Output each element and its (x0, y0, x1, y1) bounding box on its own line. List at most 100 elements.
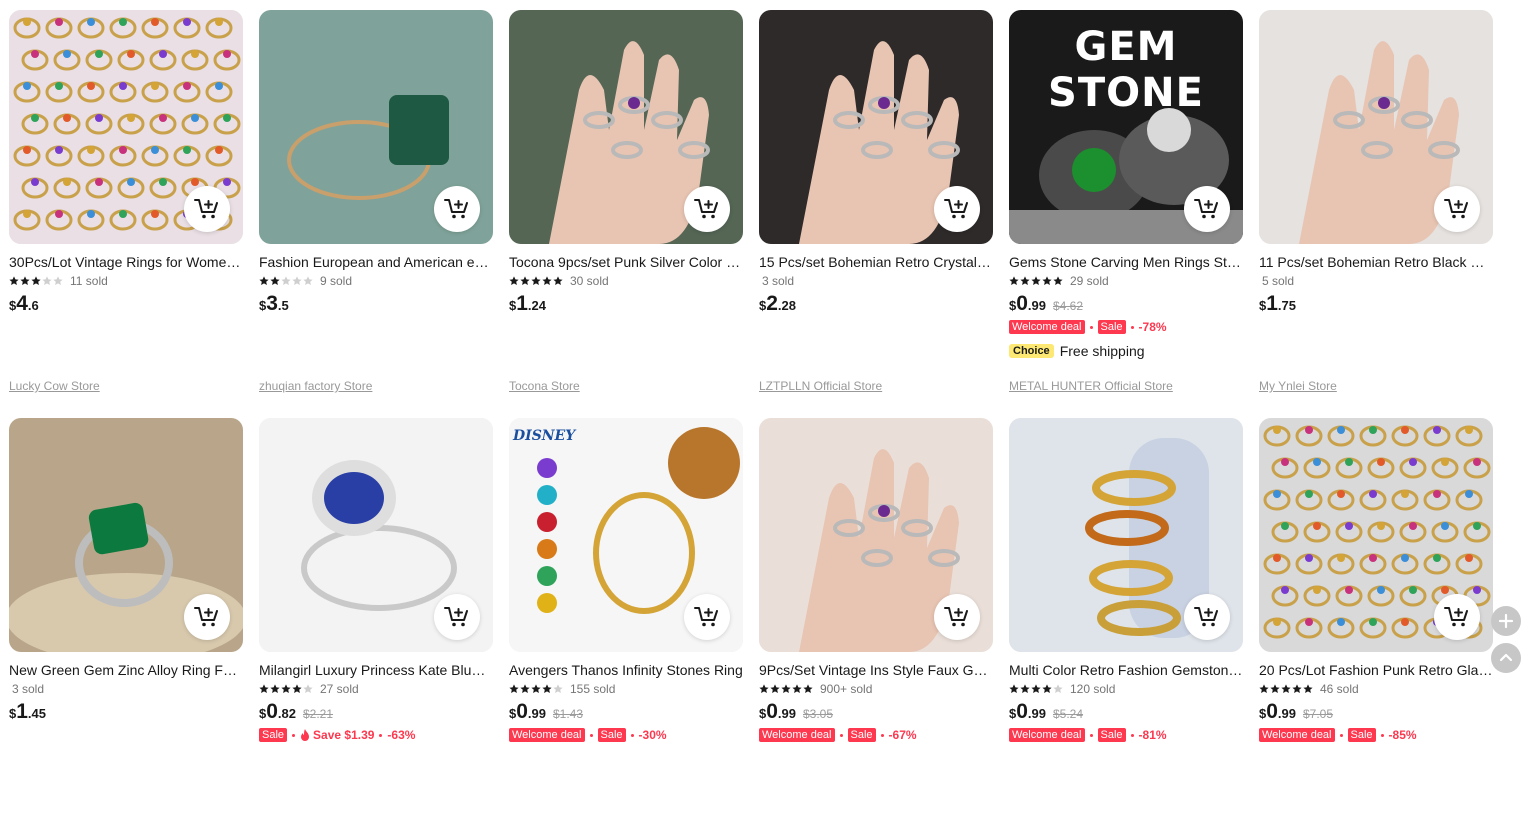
promo-row: Welcome deal Sale -81% (1009, 727, 1243, 743)
product-card[interactable]: Multi Color Retro Fashion Gemstone Rings… (1009, 418, 1243, 826)
star-icon (259, 276, 269, 285)
star-icon (259, 684, 269, 693)
star-icon (1009, 684, 1019, 693)
product-card[interactable]: Fashion European and American emerald ri… (259, 10, 493, 418)
product-image[interactable]: GEM STONE (1009, 10, 1243, 244)
add-to-cart-button[interactable] (434, 594, 480, 640)
product-title[interactable]: New Green Gem Zinc Alloy Ring For Men (9, 662, 243, 679)
product-title[interactable]: 30Pcs/Lot Vintage Rings for Women Gold C… (9, 254, 243, 271)
flame-icon (301, 729, 310, 741)
price-currency: $ (509, 298, 517, 313)
product-image[interactable]: DISNEY (509, 418, 743, 652)
product-image[interactable] (759, 10, 993, 244)
product-card[interactable]: DISNEY Avengers Thanos Infinity Stones Ri… (509, 418, 743, 826)
store-link[interactable]: Lucky Cow Store (9, 379, 100, 393)
add-to-cart-icon (1194, 607, 1218, 627)
product-image[interactable] (509, 10, 743, 244)
price: $3.5 (259, 292, 493, 316)
product-card[interactable]: Milangirl Luxury Princess Kate Blue Sapp… (259, 418, 493, 826)
product-title[interactable]: Tocona 9pcs/set Punk Silver Color Rings … (509, 254, 743, 271)
add-to-cart-button[interactable] (184, 594, 230, 640)
sold-count: 5 sold (1262, 274, 1295, 288)
add-to-cart-button[interactable] (1184, 186, 1230, 232)
store-link[interactable]: My Ynlei Store (1259, 379, 1337, 393)
sold-count: 3 sold (12, 682, 45, 696)
add-to-cart-button[interactable] (684, 186, 730, 232)
star-rating (509, 276, 564, 286)
add-to-cart-icon (444, 607, 468, 627)
add-to-cart-icon (694, 607, 718, 627)
add-to-cart-button[interactable] (1434, 594, 1480, 640)
price-currency: $ (759, 298, 767, 313)
store-link[interactable]: zhuqian factory Store (259, 379, 372, 393)
price: $0.99 $7.05 (1259, 700, 1493, 724)
product-title[interactable]: 11 Pcs/set Bohemian Retro Black Stone Ri… (1259, 254, 1493, 271)
product-title[interactable]: 15 Pcs/set Bohemian Retro Crystal Rings … (759, 254, 993, 271)
price: $4.6 (9, 292, 243, 316)
product-card[interactable]: Tocona 9pcs/set Punk Silver Color Rings … (509, 10, 743, 418)
product-title[interactable]: Multi Color Retro Fashion Gemstone Rings (1009, 662, 1243, 679)
product-card[interactable]: 9Pcs/Set Vintage Ins Style Faux Gem Ring… (759, 418, 993, 826)
product-image[interactable] (9, 418, 243, 652)
product-image[interactable] (9, 10, 243, 244)
star-icon (792, 684, 802, 693)
image-overlay-text: DISNEY (513, 428, 576, 444)
product-card[interactable]: GEM STONE Gems Stone Carving Men Rings St… (1009, 10, 1243, 418)
original-price: $1.43 (553, 707, 584, 721)
separator-dot (292, 733, 296, 737)
add-to-cart-button[interactable] (1434, 186, 1480, 232)
product-image[interactable] (1009, 418, 1243, 652)
promo-row: Welcome deal Sale -30% (509, 727, 743, 743)
back-to-top-button[interactable] (1491, 643, 1521, 673)
price-integer: 0 (1266, 700, 1278, 723)
rating-row: 3 sold (759, 273, 993, 289)
product-image[interactable] (1259, 418, 1493, 652)
product-image[interactable] (259, 418, 493, 652)
star-icon (20, 276, 30, 285)
store-link[interactable]: METAL HUNTER Official Store (1009, 379, 1173, 393)
add-to-cart-button[interactable] (1184, 594, 1230, 640)
product-image[interactable] (259, 10, 493, 244)
product-image[interactable] (759, 418, 993, 652)
product-card[interactable]: 30Pcs/Lot Vintage Rings for Women Gold C… (9, 10, 243, 418)
add-to-cart-button[interactable] (684, 594, 730, 640)
price: $0.99 $3.05 (759, 700, 993, 724)
product-title[interactable]: 20 Pcs/Lot Fashion Punk Retro Glass Ring… (1259, 662, 1493, 679)
product-card[interactable]: 11 Pcs/set Bohemian Retro Black Stone Ri… (1259, 10, 1493, 418)
rating-row: 46 sold (1259, 681, 1493, 697)
store-link[interactable]: LZTPLLN Official Store (759, 379, 882, 393)
add-to-cart-button[interactable] (184, 186, 230, 232)
star-icon (1053, 684, 1063, 693)
product-title[interactable]: Gems Stone Carving Men Rings Stainless S… (1009, 254, 1243, 271)
add-to-cart-button[interactable] (934, 594, 980, 640)
promo-badge: Welcome deal (1009, 728, 1085, 742)
star-rating (9, 276, 64, 286)
add-to-cart-button[interactable] (434, 186, 480, 232)
star-icon (1270, 684, 1280, 693)
product-image[interactable] (1259, 10, 1493, 244)
sold-count: 3 sold (762, 274, 795, 288)
add-to-cart-button[interactable] (934, 186, 980, 232)
star-icon (781, 684, 791, 693)
star-icon (270, 684, 280, 693)
product-card[interactable]: New Green Gem Zinc Alloy Ring For Men 3 s… (9, 418, 243, 826)
price-decimal: .82 (277, 706, 296, 721)
product-title[interactable]: Avengers Thanos Infinity Stones Ring (509, 662, 743, 679)
product-title[interactable]: Fashion European and American emerald ri… (259, 254, 493, 271)
product-card[interactable]: 15 Pcs/set Bohemian Retro Crystal Rings … (759, 10, 993, 418)
add-float-button[interactable] (1491, 606, 1521, 636)
promo-badge: Welcome deal (1259, 728, 1335, 742)
product-title[interactable]: Milangirl Luxury Princess Kate Blue Sapp… (259, 662, 493, 679)
star-icon (520, 276, 530, 285)
product-card[interactable]: 20 Pcs/Lot Fashion Punk Retro Glass Ring… (1259, 418, 1493, 826)
store-link[interactable]: Tocona Store (509, 379, 580, 393)
add-to-cart-icon (694, 199, 718, 219)
chevron-up-icon (1499, 653, 1513, 662)
sold-count: 900+ sold (820, 682, 873, 696)
separator-dot (1130, 325, 1134, 329)
star-icon (9, 276, 19, 285)
product-title[interactable]: 9Pcs/Set Vintage Ins Style Faux Gem Ring… (759, 662, 993, 679)
rating-row: 11 sold (9, 273, 243, 289)
price-decimal: .45 (27, 706, 46, 721)
star-rating (1009, 276, 1064, 286)
